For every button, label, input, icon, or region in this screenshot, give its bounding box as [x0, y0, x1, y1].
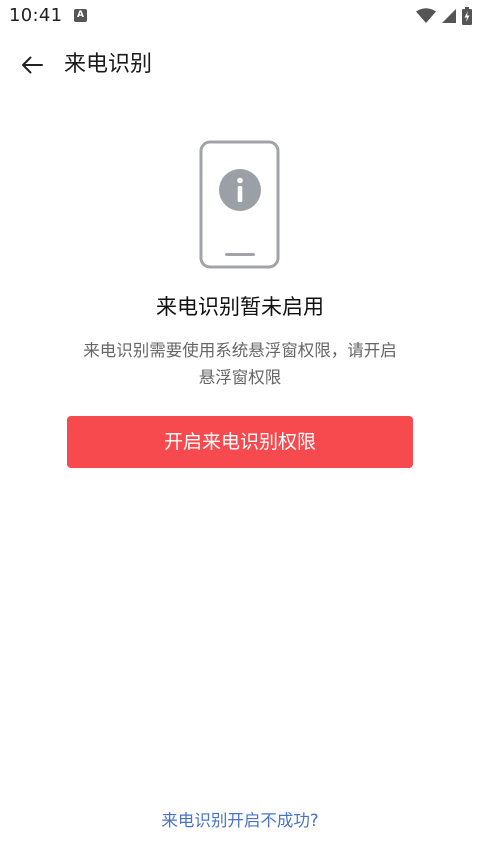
page-title: 来电识别 — [64, 52, 153, 77]
status-time: 10:41 — [9, 5, 63, 26]
arrow-left-icon — [22, 56, 43, 74]
screen: 10:41 A 来电识别 来电识别暂未启用 来电识别需要使用系统悬浮窗权限，请开… — [0, 0, 480, 853]
battery-charging-icon — [462, 7, 472, 25]
wifi-icon — [416, 8, 436, 23]
headline: 来电识别暂未启用 — [156, 295, 324, 319]
description-text: 来电识别需要使用系统悬浮窗权限，请开启悬浮窗权限 — [83, 341, 397, 387]
notification-app-icon: A — [74, 9, 87, 22]
back-button[interactable] — [14, 48, 50, 82]
phone-illustration — [199, 140, 281, 270]
app-bar: 来电识别 — [0, 34, 480, 96]
signal-icon — [442, 9, 456, 23]
status-icons — [416, 6, 472, 26]
enable-permission-button[interactable]: 开启来电识别权限 — [67, 416, 413, 468]
help-link[interactable]: 来电识别开启不成功? — [0, 808, 480, 834]
status-bar: 10:41 A — [0, 0, 480, 34]
phone-info-icon — [199, 140, 280, 269]
